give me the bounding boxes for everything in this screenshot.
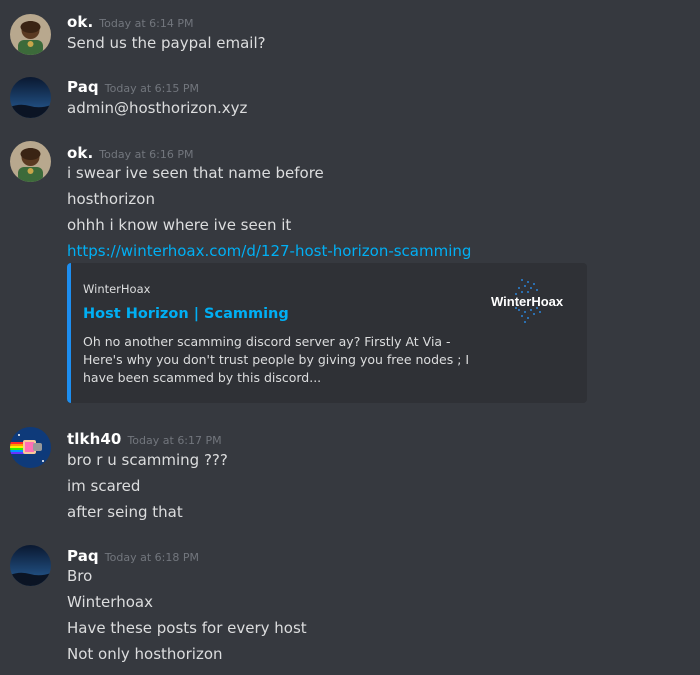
avatar[interactable] bbox=[10, 141, 51, 182]
embed-thumbnail-text: WinterHoax bbox=[491, 294, 564, 309]
message-text: admin@hosthorizon.xyz bbox=[67, 99, 248, 117]
message-text: Winterhoax bbox=[67, 593, 153, 611]
message-header: ok. Today at 6:16 PM bbox=[67, 143, 193, 165]
link-embed: WinterHoax Host Horizon | Scamming Oh no… bbox=[67, 263, 587, 403]
message-text: Not only hosthorizon bbox=[67, 645, 223, 663]
timestamp: Today at 6:14 PM bbox=[99, 17, 194, 30]
night-sky-avatar-icon bbox=[10, 77, 51, 118]
message-text: bro r u scamming ??? bbox=[67, 451, 228, 469]
username[interactable]: ok. bbox=[67, 144, 93, 162]
embed-provider[interactable]: WinterHoax bbox=[83, 282, 150, 296]
message-header: Paq Today at 6:18 PM bbox=[67, 546, 199, 568]
message-header: ok. Today at 6:14 PM bbox=[67, 12, 193, 34]
user-avatar-icon bbox=[10, 14, 51, 55]
embed-thumbnail[interactable]: WinterHoax bbox=[491, 277, 575, 327]
message-link-line: https://winterhoax.com/d/127-host-horizo… bbox=[67, 241, 471, 261]
avatar[interactable] bbox=[10, 545, 51, 586]
username[interactable]: Paq bbox=[67, 78, 99, 96]
avatar[interactable] bbox=[10, 427, 51, 468]
winterhoax-logo-icon: WinterHoax bbox=[491, 279, 564, 323]
embed-title[interactable]: Host Horizon | Scamming bbox=[83, 306, 289, 322]
avatar[interactable] bbox=[10, 77, 51, 118]
embed-description: Oh no another scamming discord server ay… bbox=[83, 334, 470, 385]
user-avatar-icon bbox=[10, 141, 51, 182]
message-header: Paq Today at 6:15 PM bbox=[67, 77, 199, 99]
message-text: ohhh i know where ive seen it bbox=[67, 216, 292, 234]
message-text: im scared bbox=[67, 477, 141, 495]
message-text: i swear ive seen that name before bbox=[67, 164, 324, 182]
message-text: hosthorizon bbox=[67, 190, 155, 208]
username[interactable]: ok. bbox=[67, 13, 93, 31]
night-sky-avatar-icon bbox=[10, 545, 51, 586]
message-link[interactable]: https://winterhoax.com/d/127-host-horizo… bbox=[67, 242, 471, 260]
message-text: Send us the paypal email? bbox=[67, 34, 266, 52]
username[interactable]: Paq bbox=[67, 547, 99, 565]
username[interactable]: tlkh40 bbox=[67, 430, 121, 448]
avatar[interactable] bbox=[10, 14, 51, 55]
chat-messages: ok. Today at 6:14 PM Send us the paypal e… bbox=[0, 0, 700, 675]
timestamp: Today at 6:17 PM bbox=[127, 434, 222, 447]
timestamp: Today at 6:15 PM bbox=[104, 82, 199, 95]
message-text: Have these posts for every host bbox=[67, 619, 307, 637]
nyan-cat-avatar-icon bbox=[10, 427, 51, 468]
message-header: tlkh40 Today at 6:17 PM bbox=[67, 429, 222, 451]
message-text: Bro bbox=[67, 567, 93, 585]
message-text: after seing that bbox=[67, 503, 183, 521]
timestamp: Today at 6:16 PM bbox=[99, 148, 194, 161]
timestamp: Today at 6:18 PM bbox=[104, 551, 199, 564]
